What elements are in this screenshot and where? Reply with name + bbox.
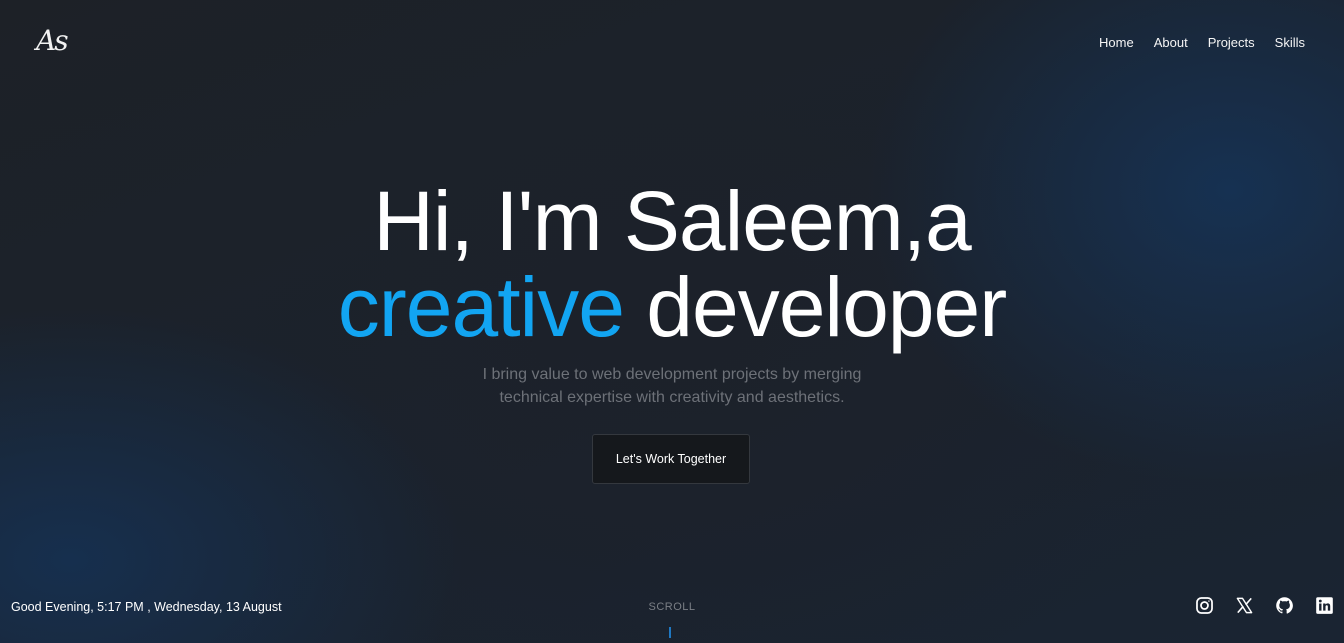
hero-heading: Hi, I'm Saleem,a creative developer [0,178,1344,350]
hero-subtitle: I bring value to web development project… [0,363,1344,409]
scroll-indicator-label: SCROLL [648,601,696,613]
social-links [1195,596,1334,615]
github-icon[interactable] [1275,596,1294,615]
nav-projects[interactable]: Projects [1208,35,1255,50]
hero-heading-line2: developer [623,260,1007,354]
linkedin-icon[interactable] [1315,596,1334,615]
hero-accent-word: creative [337,260,625,354]
hero-subtitle-line2: technical expertise with creativity and … [499,389,845,406]
main-nav: Home About Projects Skills [1099,35,1305,50]
nav-about[interactable]: About [1154,35,1188,50]
instagram-icon[interactable] [1195,596,1214,615]
work-together-button[interactable]: Let's Work Together [592,434,750,484]
hero-section: Hi, I'm Saleem,a creative developer [0,178,1344,350]
nav-skills[interactable]: Skills [1275,35,1305,50]
scroll-indicator-line [669,627,671,638]
nav-home[interactable]: Home [1099,35,1134,50]
hero-subtitle-line1: I bring value to web development project… [482,366,862,383]
x-icon[interactable] [1235,596,1254,615]
logo[interactable]: As [36,24,69,57]
hero-heading-line1: Hi, I'm Saleem,a [373,174,972,268]
